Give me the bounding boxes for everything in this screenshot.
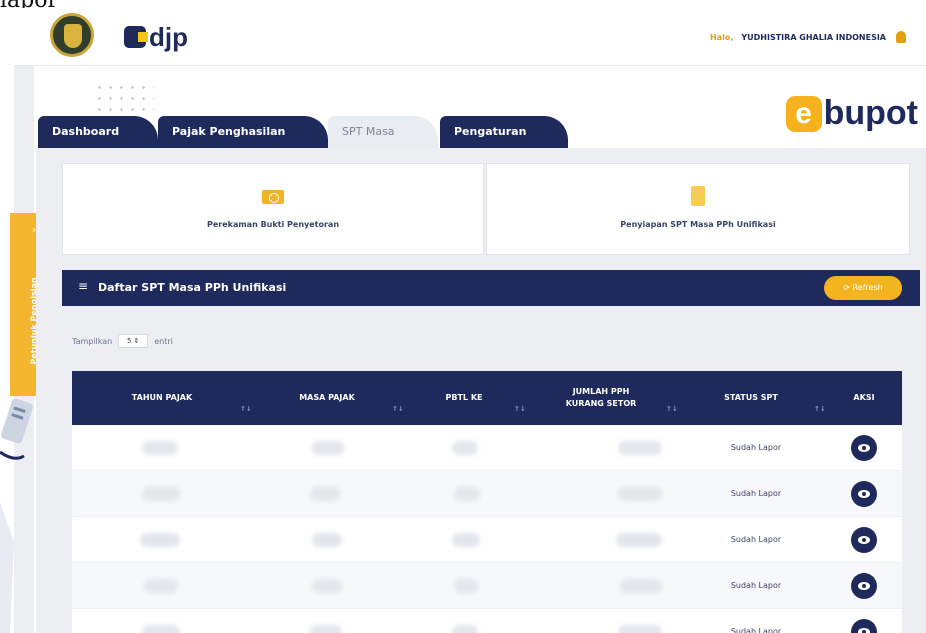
decorative-illustration [0,398,33,633]
djp-logo[interactable]: djp [124,22,188,52]
table-row: Sudah Lapor [72,563,902,609]
column-status-spt[interactable]: STATUS SPT ↑↓ [676,371,826,425]
redacted-cell [140,533,180,547]
tab-spt-masa[interactable]: SPT Masa [328,116,438,148]
entries-control: Tampilkan 5 ⇕ entri [72,334,173,348]
sort-icon: ↑↓ [514,405,526,413]
table-row: Sudah Lapor [72,471,902,517]
status-text: Sudah Lapor [730,443,782,452]
status-text: Sudah Lapor [730,581,782,590]
column-label: AKSI [853,393,875,402]
card-label: Perekaman Bukti Penyetoran [206,220,340,229]
list-header: ≡ Daftar SPT Masa PPh Unifikasi ⟳ Refres… [62,270,920,306]
brand-name: djp [149,21,188,52]
list-title: Daftar SPT Masa PPh Unifikasi [98,281,287,294]
column-label: STATUS SPT [724,393,778,402]
user-icon [896,31,906,43]
greeting-text: Halo, [709,32,734,42]
user-menu[interactable]: Halo, YUDHISTIRA GHALIA INDONESIA [710,31,906,43]
redacted-cell [312,533,342,547]
refresh-label: Refresh [852,283,883,292]
entries-value: 5 [126,337,132,345]
redacted-cell [142,487,180,501]
redacted-cell [144,579,178,593]
redacted-cell [310,625,342,633]
tab-pengaturan[interactable]: Pengaturan [440,116,568,148]
entries-suffix: entri [154,336,173,346]
redacted-cell [452,533,480,547]
card-label: Penyiapan SPT Masa PPh Unifikasi [620,220,776,229]
redacted-cell [142,441,178,455]
column-label: PBTL KE [445,393,483,402]
card-penyiapan-spt[interactable]: Penyiapan SPT Masa PPh Unifikasi [486,163,910,255]
ebupot-logo: e bupot [785,94,918,133]
column-pbtl-ke[interactable]: PBTL KE ↑↓ [402,371,526,425]
redacted-cell [142,625,180,633]
view-eye-icon[interactable] [851,573,877,599]
refresh-icon: ⟳ [843,283,853,292]
redacted-cell [454,487,480,501]
ebupot-logo-text: bupot [823,94,918,132]
redacted-cell [616,533,662,547]
ebupot-e-icon: e [785,95,822,132]
table-row: Sudah Lapor [72,609,902,633]
status-text: Sudah Lapor [730,489,782,498]
table-row: Sudah Lapor [72,425,902,471]
entries-prefix: Tampilkan [72,336,113,346]
redacted-cell [452,625,478,633]
column-aksi: AKSI [826,371,902,425]
table-row: Sudah Lapor [72,517,902,563]
card-perekaman-bukti-penyetoran[interactable]: Perekaman Bukti Penyetoran [62,163,484,255]
redacted-cell [312,441,344,455]
djp-mark-icon [124,26,148,48]
view-eye-icon[interactable] [851,619,877,633]
table-body: Sudah Lapor Sudah Lapor Sudah Lapor Suda… [72,425,902,633]
money-icon [262,190,284,204]
user-name: YUDHISTIRA GHALIA INDONESIA [741,32,886,42]
column-label: JUMLAH PPH KURANG SETOR [565,387,637,408]
clipboard-icon [691,186,705,206]
spt-table: TAHUN PAJAK ↑↓ MASA PAJAK ↑↓ PBTL KE ↑↓ … [72,371,902,633]
ministry-emblem-icon [50,13,94,57]
list-icon: ≡ [78,279,89,293]
column-label: TAHUN PAJAK [131,393,193,402]
redacted-cell [452,441,478,455]
redacted-cell [312,579,342,593]
view-eye-icon[interactable] [851,435,877,461]
redacted-cell [618,441,662,455]
view-eye-icon[interactable] [851,481,877,507]
sort-icon: ↑↓ [814,405,826,413]
status-text: Sudah Lapor [730,535,782,544]
sort-updown-icon: ⇕ [133,337,140,345]
refresh-button[interactable]: ⟳ Refresh [824,276,902,300]
column-jumlah-pph[interactable]: JUMLAH PPH KURANG SETOR ↑↓ [526,371,678,425]
tab-dashboard[interactable]: Dashboard [38,116,158,148]
top-bar: djp Halo, YUDHISTIRA GHALIA INDONESIA [14,8,926,66]
redacted-cell [454,579,478,593]
view-eye-icon[interactable] [851,527,877,553]
redacted-cell [620,579,662,593]
redacted-cell [310,487,340,501]
dot-pattern [94,82,154,118]
entries-select[interactable]: 5 ⇕ [118,334,149,348]
sort-icon: ↑↓ [240,405,252,413]
column-tahun-pajak[interactable]: TAHUN PAJAK ↑↓ [72,371,252,425]
column-label: MASA PAJAK [299,393,355,402]
status-text: Sudah Lapor [730,627,782,633]
column-masa-pajak[interactable]: MASA PAJAK ↑↓ [252,371,404,425]
tab-pajak-penghasilan[interactable]: Pajak Penghasilan [158,116,328,148]
table-header: TAHUN PAJAK ↑↓ MASA PAJAK ↑↓ PBTL KE ↑↓ … [72,371,902,425]
redacted-cell [618,487,662,501]
redacted-cell [618,625,662,633]
